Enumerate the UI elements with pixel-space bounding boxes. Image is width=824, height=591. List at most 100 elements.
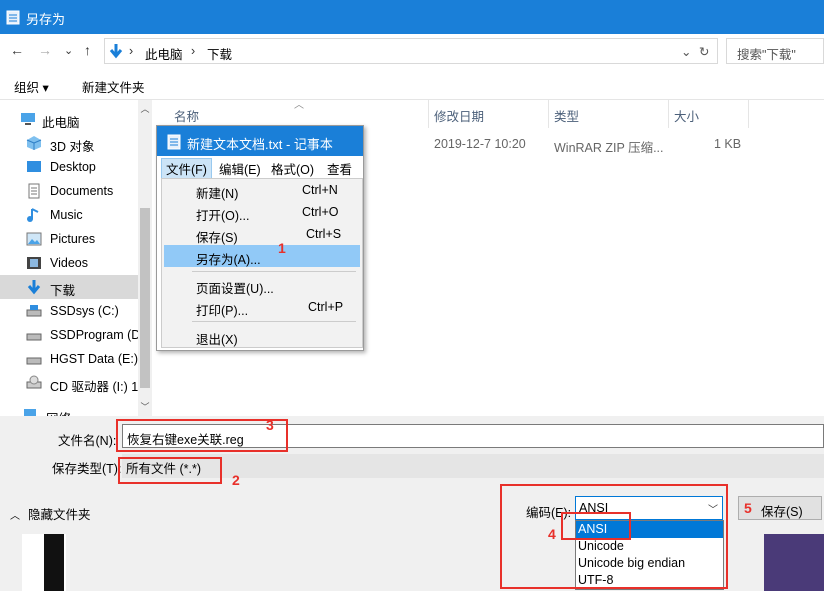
bg-panel [44,534,64,591]
document-icon [28,183,40,199]
annotation-1: 1 [278,240,286,256]
menu-item-shortcut: Ctrl+O [302,205,339,219]
drive-icon [26,305,42,317]
menu-item-save[interactable]: 保存(S) Ctrl+S [164,223,360,245]
annotation-box-filename [116,419,288,452]
nav-item-label: CD 驱动器 (I:) 1 [50,380,139,394]
column-divider[interactable] [548,100,549,128]
annotation-2: 2 [232,472,240,488]
nav-item-label: Videos [50,256,88,270]
nav-scrollbar[interactable]: ︿ ﹀ [138,100,152,416]
file-size: 1 KB [714,137,742,151]
column-divider[interactable] [748,100,749,128]
address-dropdown-icon[interactable]: ⌄ [681,44,691,59]
column-header-type[interactable]: 类型 [554,106,579,125]
nav-item-label: HGST Data (E:) [50,352,138,366]
menu-item-save-as[interactable]: 另存为(A)... [164,245,360,267]
nav-item-network[interactable]: 网络 [0,403,134,416]
scroll-down-icon[interactable]: ﹀ [138,400,152,413]
menu-item-label: 页面设置(U)... [196,282,274,296]
file-type: WinRAR ZIP 压缩... [554,141,664,155]
menu-item-label: 保存(S) [196,231,238,245]
nav-item-music[interactable]: Music [0,203,138,227]
nav-item-downloads[interactable]: 下载 [0,275,138,299]
nav-item-cd-drive[interactable]: CD 驱动器 (I:) 1 [0,371,138,395]
column-header-size[interactable]: 大小 [674,106,699,125]
menu-item-shortcut: Ctrl+S [306,227,342,241]
menu-item-print[interactable]: 打印(P)... Ctrl+P [164,296,360,318]
menu-edit[interactable]: 编辑(E) [219,159,261,178]
nav-item-3d-objects[interactable]: 3D 对象 [0,131,138,155]
scroll-up-icon[interactable]: ︿ [138,102,152,115]
nav-item-drive-d[interactable]: SSDProgram (D [0,323,141,347]
up-button[interactable]: ↑ [84,42,91,58]
menu-item-open[interactable]: 打开(O)... Ctrl+O [164,201,360,223]
nav-item-videos[interactable]: Videos [0,251,138,275]
drive-icon [26,333,42,341]
filename-label: 文件名(N): [58,434,117,448]
column-header-date[interactable]: 修改日期 [434,106,484,125]
nav-item-this-pc[interactable]: 此电脑 [0,107,138,131]
nav-item-label: 下载 [50,284,76,298]
menu-item-label: 退出(X) [196,333,238,347]
column-header-name[interactable]: 名称 [174,106,199,125]
address-bar: ← → ⌄ ↑ › 此电脑 › 下载 ⌄ ↻ 搜索"下载" [0,34,824,66]
nav-item-label: SSDsys (C:) [50,304,119,318]
nav-item-label: Documents [50,184,114,198]
save-type-select[interactable]: 所有文件 (*.*) [122,454,824,478]
computer-icon [21,113,35,125]
menu-item-label: 另存为(A)... [196,253,261,267]
video-icon [27,257,41,269]
nav-item-label: 此电脑 [42,116,80,130]
breadcrumb-this-pc[interactable]: 此电脑 [145,44,183,63]
music-icon [27,208,39,222]
breadcrumb-sep: › [129,44,134,58]
hide-folders-button[interactable]: ︿ 隐藏文件夹 [10,504,91,523]
column-divider[interactable] [428,100,429,128]
annotation-3: 3 [266,417,274,433]
picture-icon [26,232,42,246]
breadcrumb[interactable]: › 此电脑 › 下载 ⌄ ↻ [104,38,718,64]
annotation-box-type [118,457,222,484]
annotation-box-ansi [561,512,631,540]
nav-item-drive-c[interactable]: SSDsys (C:) [0,299,138,323]
title-bar: 另存为 [0,0,824,34]
nav-item-label: SSDProgram (D [50,328,141,342]
back-button[interactable]: ← [10,42,24,58]
nav-item-documents[interactable]: Documents [0,179,138,203]
organize-button[interactable]: 组织 ▾ [14,77,49,96]
recent-dropdown-button[interactable]: ⌄ [64,44,73,57]
bg-image [764,534,824,591]
menu-item-label: 打开(O)... [196,209,250,223]
column-divider[interactable] [668,100,669,128]
new-folder-button[interactable]: 新建文件夹 [82,77,145,96]
notepad-menu-bar: 文件(F) 编辑(E) 格式(O) 查看(V [157,156,363,192]
network-icon [24,409,36,416]
menu-item-new[interactable]: 新建(N) Ctrl+N [164,179,360,201]
breadcrumb-sep: › [191,44,196,58]
menu-item-page-setup[interactable]: 页面设置(U)... [164,274,360,296]
cd-icon [26,375,42,389]
chevron-up-icon: ︿ [10,511,20,522]
annotation-5: 5 [744,500,752,516]
search-placeholder: 搜索"下载" [737,48,796,62]
sort-up-icon: ︿ [294,100,304,111]
forward-button[interactable]: → [38,42,52,58]
refresh-button[interactable]: ↻ [699,44,709,59]
menu-format[interactable]: 格式(O) [271,159,314,178]
search-input[interactable]: 搜索"下载" [726,38,824,64]
notepad-title-bar: 新建文本文档.txt - 记事本 [157,126,363,156]
notepad-icon [167,134,181,150]
file-date: 2019-12-7 10:20 [434,137,526,151]
menu-file[interactable]: 文件(F) [161,158,212,179]
breadcrumb-downloads[interactable]: 下载 [207,44,232,63]
nav-item-label: Pictures [50,232,96,246]
nav-item-drive-e[interactable]: HGST Data (E:) [0,347,138,371]
nav-item-desktop[interactable]: Desktop [0,155,138,179]
command-bar: 组织 ▾ 新建文件夹 [0,66,824,100]
menu-item-label: 打印(P)... [196,304,249,318]
menu-item-exit[interactable]: 退出(X) [164,325,360,347]
menu-item-shortcut: Ctrl+N [302,183,338,197]
scroll-thumb[interactable] [140,208,150,388]
nav-item-pictures[interactable]: Pictures [0,227,138,251]
